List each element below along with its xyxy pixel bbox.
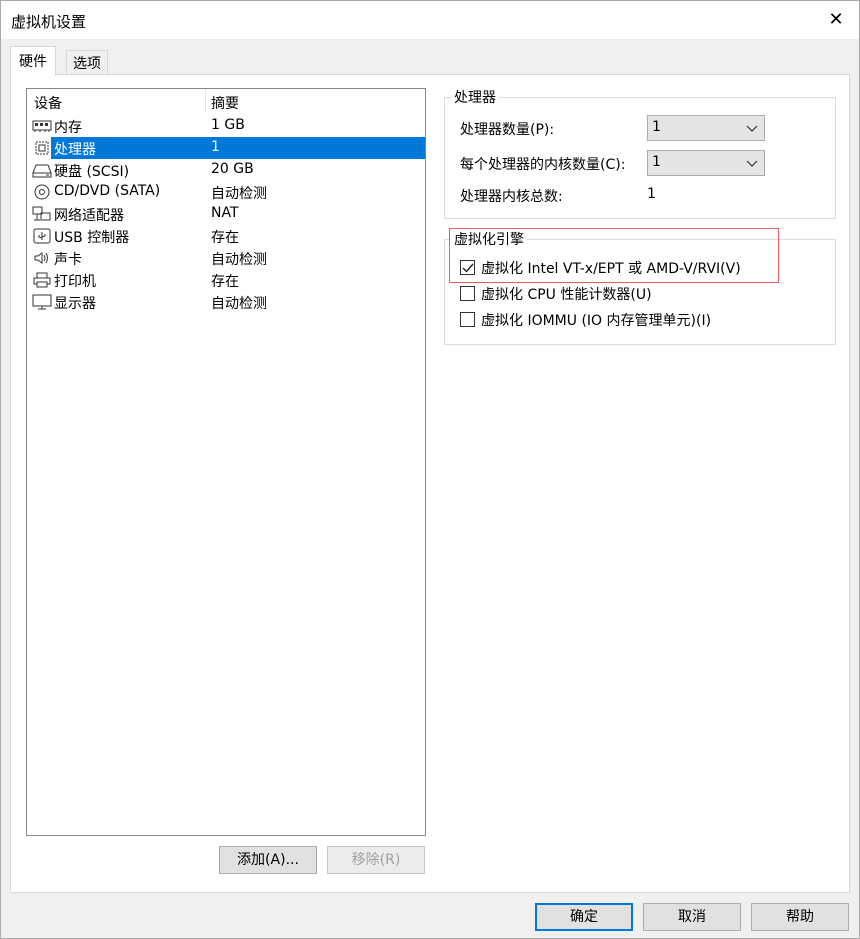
device-row-processor[interactable]: 处理器 1 <box>27 137 425 159</box>
device-row-cd-dvd[interactable]: CD/DVD (SATA) 自动检测 <box>27 181 425 203</box>
device-summary: 自动检测 <box>211 296 267 312</box>
device-name: 硬盘 (SCSI) <box>54 164 130 180</box>
device-summary: 20 GB <box>211 161 254 177</box>
device-name: 处理器 <box>54 142 96 158</box>
device-name: 内存 <box>54 120 82 136</box>
device-summary: 存在 <box>211 274 239 290</box>
chevron-down-icon <box>746 160 758 167</box>
vm-settings-window: 虚拟机设置 ✕ 硬件 选项 设备 摘要 内存 1 GB 处理器 1 硬盘 (SC… <box>0 0 860 939</box>
processor-count-label: 处理器数量(P): <box>460 122 555 138</box>
usb-icon <box>33 228 51 244</box>
processor-count-select[interactable]: 1 <box>647 115 765 141</box>
device-row-usb-controller[interactable]: USB 控制器 存在 <box>27 225 425 247</box>
iommu-label[interactable]: 虚拟化 IOMMU (IO 内存管理单元)(I) <box>481 310 711 330</box>
device-summary: 1 <box>211 139 220 155</box>
monitor-icon <box>32 294 52 310</box>
processor-icon <box>35 141 49 155</box>
help-button[interactable]: 帮助 <box>751 903 849 931</box>
column-divider[interactable] <box>205 89 206 113</box>
device-summary: 1 GB <box>211 117 245 133</box>
device-row-sound-card[interactable]: 声卡 自动检测 <box>27 247 425 269</box>
chevron-down-icon <box>746 125 758 132</box>
device-list[interactable]: 设备 摘要 内存 1 GB 处理器 1 硬盘 (SCSI) 20 GB CD/D… <box>26 88 426 836</box>
device-summary: 自动检测 <box>211 252 267 268</box>
device-name: USB 控制器 <box>54 230 130 246</box>
cancel-button[interactable]: 取消 <box>643 903 741 931</box>
vt-x-label[interactable]: 虚拟化 Intel VT-x/EPT 或 AMD-V/RVI(V) <box>481 258 741 278</box>
tab-hardware[interactable]: 硬件 <box>10 46 56 76</box>
total-cores-label: 处理器内核总数: <box>460 189 563 205</box>
column-header-device[interactable]: 设备 <box>34 93 62 113</box>
cores-per-processor-label: 每个处理器的内核数量(C): <box>460 157 626 173</box>
memory-icon <box>32 120 52 132</box>
device-row-hard-disk[interactable]: 硬盘 (SCSI) 20 GB <box>27 159 425 181</box>
device-summary: 自动检测 <box>211 186 267 202</box>
device-summary: NAT <box>211 205 239 221</box>
processor-group-legend: 处理器 <box>451 87 499 107</box>
cd-dvd-icon <box>34 184 50 200</box>
close-button[interactable]: ✕ <box>813 1 859 39</box>
window-title: 虚拟机设置 <box>11 13 87 31</box>
device-name: 打印机 <box>54 274 96 290</box>
device-name: 声卡 <box>54 252 82 268</box>
selection-highlight <box>51 137 425 159</box>
remove-device-button: 移除(R) <box>327 846 425 874</box>
column-header-summary[interactable]: 摘要 <box>211 93 239 113</box>
add-device-button[interactable]: 添加(A)... <box>219 846 317 874</box>
device-name: 显示器 <box>54 296 96 312</box>
device-name: CD/DVD (SATA) <box>54 183 161 199</box>
speaker-icon <box>34 252 48 264</box>
device-row-memory[interactable]: 内存 1 GB <box>27 115 425 137</box>
cpu-counters-label[interactable]: 虚拟化 CPU 性能计数器(U) <box>481 284 652 304</box>
total-cores-value: 1 <box>647 186 656 202</box>
cores-per-processor-select[interactable]: 1 <box>647 150 765 176</box>
cpu-counters-checkbox[interactable] <box>460 286 475 301</box>
processor-count-value: 1 <box>652 119 661 135</box>
device-summary: 存在 <box>211 230 239 246</box>
printer-icon <box>33 272 51 288</box>
check-icon <box>462 263 474 273</box>
device-list-header: 设备 摘要 <box>27 89 425 113</box>
cores-per-processor-value: 1 <box>652 154 661 170</box>
title-bar: 虚拟机设置 ✕ <box>1 1 859 39</box>
iommu-checkbox[interactable] <box>460 312 475 327</box>
vt-x-checkbox[interactable] <box>460 260 475 275</box>
hard-disk-icon <box>32 164 52 178</box>
network-adapter-icon <box>32 206 51 221</box>
device-row-printer[interactable]: 打印机 存在 <box>27 269 425 291</box>
device-row-display[interactable]: 显示器 自动检测 <box>27 291 425 313</box>
ok-button[interactable]: 确定 <box>535 903 633 931</box>
device-name: 网络适配器 <box>54 208 124 224</box>
tab-options[interactable]: 选项 <box>66 50 108 74</box>
close-icon: ✕ <box>828 9 844 30</box>
device-row-network-adapter[interactable]: 网络适配器 NAT <box>27 203 425 225</box>
